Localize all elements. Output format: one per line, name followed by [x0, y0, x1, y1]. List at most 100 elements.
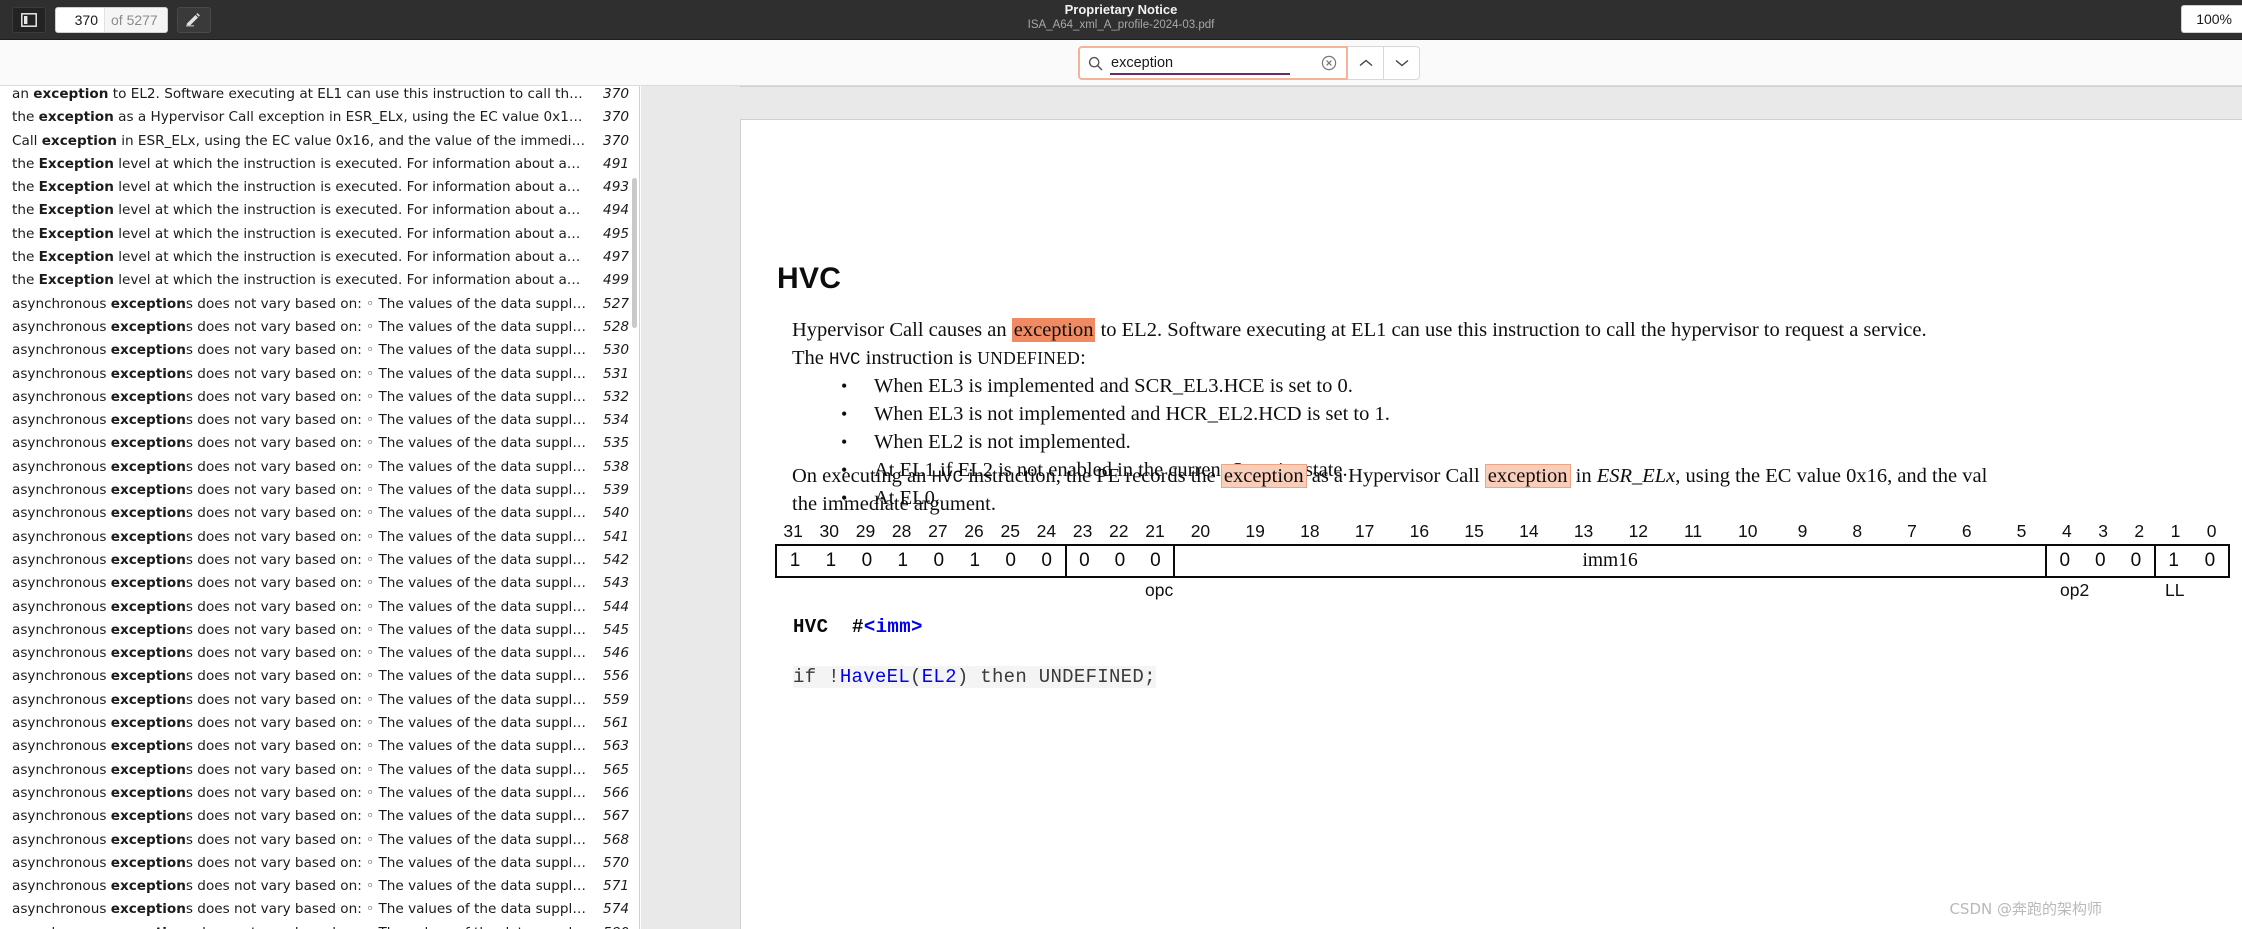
- search-result-row[interactable]: asynchronous exceptions does not vary ba…: [0, 459, 639, 482]
- search-result-row[interactable]: asynchronous exceptions does not vary ba…: [0, 529, 639, 552]
- search-result-row[interactable]: asynchronous exceptions does not vary ba…: [0, 435, 639, 458]
- find-input-wrapper[interactable]: [1078, 46, 1348, 80]
- clear-circle-icon[interactable]: [1320, 54, 1338, 72]
- search-result-row[interactable]: asynchronous exceptions does not vary ba…: [0, 296, 639, 319]
- search-result-match: Exception: [38, 272, 114, 289]
- search-result-row[interactable]: asynchronous exceptions does not vary ba…: [0, 785, 639, 808]
- search-result-row[interactable]: asynchronous exceptions does not vary ba…: [0, 575, 639, 598]
- search-results-sidebar[interactable]: an exception to EL2. Software executing …: [0, 86, 640, 929]
- search-result-row[interactable]: asynchronous exceptions does not vary ba…: [0, 692, 639, 715]
- search-result-row[interactable]: the Exception level at which the instruc…: [0, 179, 639, 202]
- search-result-match: exception: [38, 109, 114, 126]
- search-result-row[interactable]: Call exception in ESR_ELx, using the EC …: [0, 133, 639, 156]
- search-result-text: asynchronous exceptions does not vary ba…: [12, 784, 587, 801]
- search-result-row[interactable]: asynchronous exceptions does not vary ba…: [0, 412, 639, 435]
- search-result-row[interactable]: the Exception level at which the instruc…: [0, 202, 639, 225]
- search-result-row[interactable]: asynchronous exceptions does not vary ba…: [0, 832, 639, 855]
- para3-mono-hvc: HVC: [931, 468, 963, 488]
- bit-number: 20: [1190, 520, 1211, 541]
- search-result-match: exception: [110, 388, 186, 405]
- page-number-box[interactable]: of 5277: [55, 6, 168, 33]
- bit-field-labels: opc op2 LL: [775, 578, 2230, 602]
- search-result-row[interactable]: asynchronous exceptions does not vary ba…: [0, 552, 639, 575]
- toolbar-left-group: of 5277: [0, 6, 211, 33]
- bit-field-group: imm16: [1175, 546, 2048, 576]
- undefined-condition-item: When EL3 is not implemented and HCR_EL2.…: [841, 400, 1390, 428]
- search-result-match: exception: [41, 132, 117, 149]
- bit-field-group: 1 1 0 1 0 1 0 0: [777, 546, 1067, 576]
- search-result-row[interactable]: asynchronous exceptions does not vary ba…: [0, 808, 639, 831]
- chevron-down-icon: [1395, 59, 1408, 67]
- search-result-row[interactable]: asynchronous exceptions does not vary ba…: [0, 925, 639, 929]
- search-result-match: Exception: [38, 179, 114, 196]
- find-previous-button[interactable]: [1348, 46, 1384, 80]
- search-result-text: the Exception level at which the instruc…: [12, 249, 587, 266]
- search-result-row[interactable]: asynchronous exceptions does not vary ba…: [0, 738, 639, 761]
- search-result-row[interactable]: asynchronous exceptions does not vary ba…: [0, 855, 639, 878]
- search-result-row[interactable]: the Exception level at which the instruc…: [0, 226, 639, 249]
- search-result-text: asynchronous exceptions does not vary ba…: [12, 854, 587, 871]
- search-result-row[interactable]: asynchronous exceptions does not vary ba…: [0, 622, 639, 645]
- search-result-page: 370: [603, 132, 629, 149]
- search-result-row[interactable]: asynchronous exceptions does not vary ba…: [0, 342, 639, 365]
- search-result-row[interactable]: the Exception level at which the instruc…: [0, 156, 639, 179]
- search-result-row[interactable]: the Exception level at which the instruc…: [0, 272, 639, 295]
- code-text-c: ) then UNDEFINED;: [956, 666, 1156, 688]
- search-result-row[interactable]: asynchronous exceptions does not vary ba…: [0, 668, 639, 691]
- search-result-row[interactable]: asynchronous exceptions does not vary ba…: [0, 319, 639, 342]
- search-result-row[interactable]: asynchronous exceptions does not vary ba…: [0, 505, 639, 528]
- search-result-row[interactable]: asynchronous exceptions does not vary ba…: [0, 715, 639, 738]
- bit-number: 3: [2098, 520, 2108, 541]
- bit-value-cell: 1: [2168, 550, 2179, 571]
- zoom-level-display[interactable]: 100%: [2181, 5, 2242, 33]
- pdf-viewer[interactable]: HLT Pa HVC Hypervisor Call causes an exc…: [641, 86, 2242, 929]
- assembler-syntax: HVC #<imm>: [793, 616, 923, 638]
- search-result-row[interactable]: asynchronous exceptions does not vary ba…: [0, 901, 639, 924]
- search-input[interactable]: [1111, 55, 1320, 71]
- search-result-row[interactable]: the Exception level at which the instruc…: [0, 249, 639, 272]
- search-result-row[interactable]: an exception to EL2. Software executing …: [0, 86, 639, 109]
- annotate-button[interactable]: [176, 6, 211, 33]
- search-result-row[interactable]: the exception as a Hypervisor Call excep…: [0, 109, 639, 132]
- search-result-match: exception: [110, 691, 186, 708]
- search-result-text: the Exception level at which the instruc…: [12, 272, 587, 289]
- paragraph-3: On executing an HVC instruction, the PE …: [792, 462, 1987, 492]
- search-result-row[interactable]: asynchronous exceptions does not vary ba…: [0, 645, 639, 668]
- search-result-page: 574: [603, 901, 629, 918]
- undefined-condition-item: When EL3 is implemented and SCR_EL3.HCE …: [841, 372, 1390, 400]
- para1-text-b: to EL2. Software executing at EL1 can us…: [1095, 319, 1927, 341]
- code-text-b: (: [910, 666, 922, 688]
- search-result-row[interactable]: asynchronous exceptions does not vary ba…: [0, 482, 639, 505]
- search-result-row[interactable]: asynchronous exceptions does not vary ba…: [0, 762, 639, 785]
- bit-number: 28: [891, 520, 912, 541]
- bit-number: 6: [1961, 520, 1972, 541]
- search-result-page: 540: [603, 505, 629, 522]
- para2-text-b: instruction is: [860, 347, 978, 369]
- para2-mono-hvc: HVC: [829, 350, 861, 370]
- search-result-page: 493: [603, 179, 629, 196]
- bit-number: 25: [1000, 520, 1020, 541]
- bit-field-label: opc: [1145, 580, 1174, 600]
- bit-number: 0: [2206, 520, 2217, 541]
- search-result-row[interactable]: asynchronous exceptions does not vary ba…: [0, 366, 639, 389]
- search-result-page: 532: [603, 388, 629, 405]
- search-result-text: asynchronous exceptions does not vary ba…: [12, 318, 587, 335]
- search-result-match: exception: [110, 482, 186, 499]
- search-result-text: the exception as a Hypervisor Call excep…: [12, 109, 587, 126]
- search-result-text: asynchronous exceptions does not vary ba…: [12, 621, 587, 638]
- bit-value-cell: 0: [1114, 550, 1126, 571]
- bit-number: 13: [1573, 520, 1594, 541]
- para3-text-c: as a Hypervisor Call: [1306, 465, 1485, 487]
- search-result-text: asynchronous exceptions does not vary ba…: [12, 761, 587, 778]
- sidebar-scrollbar[interactable]: [632, 178, 637, 328]
- search-result-text: the Exception level at which the instruc…: [12, 225, 587, 242]
- search-result-text: asynchronous exceptions does not vary ba…: [12, 738, 587, 755]
- search-result-row[interactable]: asynchronous exceptions does not vary ba…: [0, 599, 639, 622]
- search-result-row[interactable]: asynchronous exceptions does not vary ba…: [0, 878, 639, 901]
- page-number-input[interactable]: [56, 7, 104, 32]
- search-result-row[interactable]: asynchronous exceptions does not vary ba…: [0, 389, 639, 412]
- sidebar-toggle-button[interactable]: [12, 6, 46, 33]
- para2-text-a: The: [792, 347, 829, 369]
- find-next-button[interactable]: [1384, 46, 1420, 80]
- search-result-text: the Exception level at which the instruc…: [12, 202, 587, 219]
